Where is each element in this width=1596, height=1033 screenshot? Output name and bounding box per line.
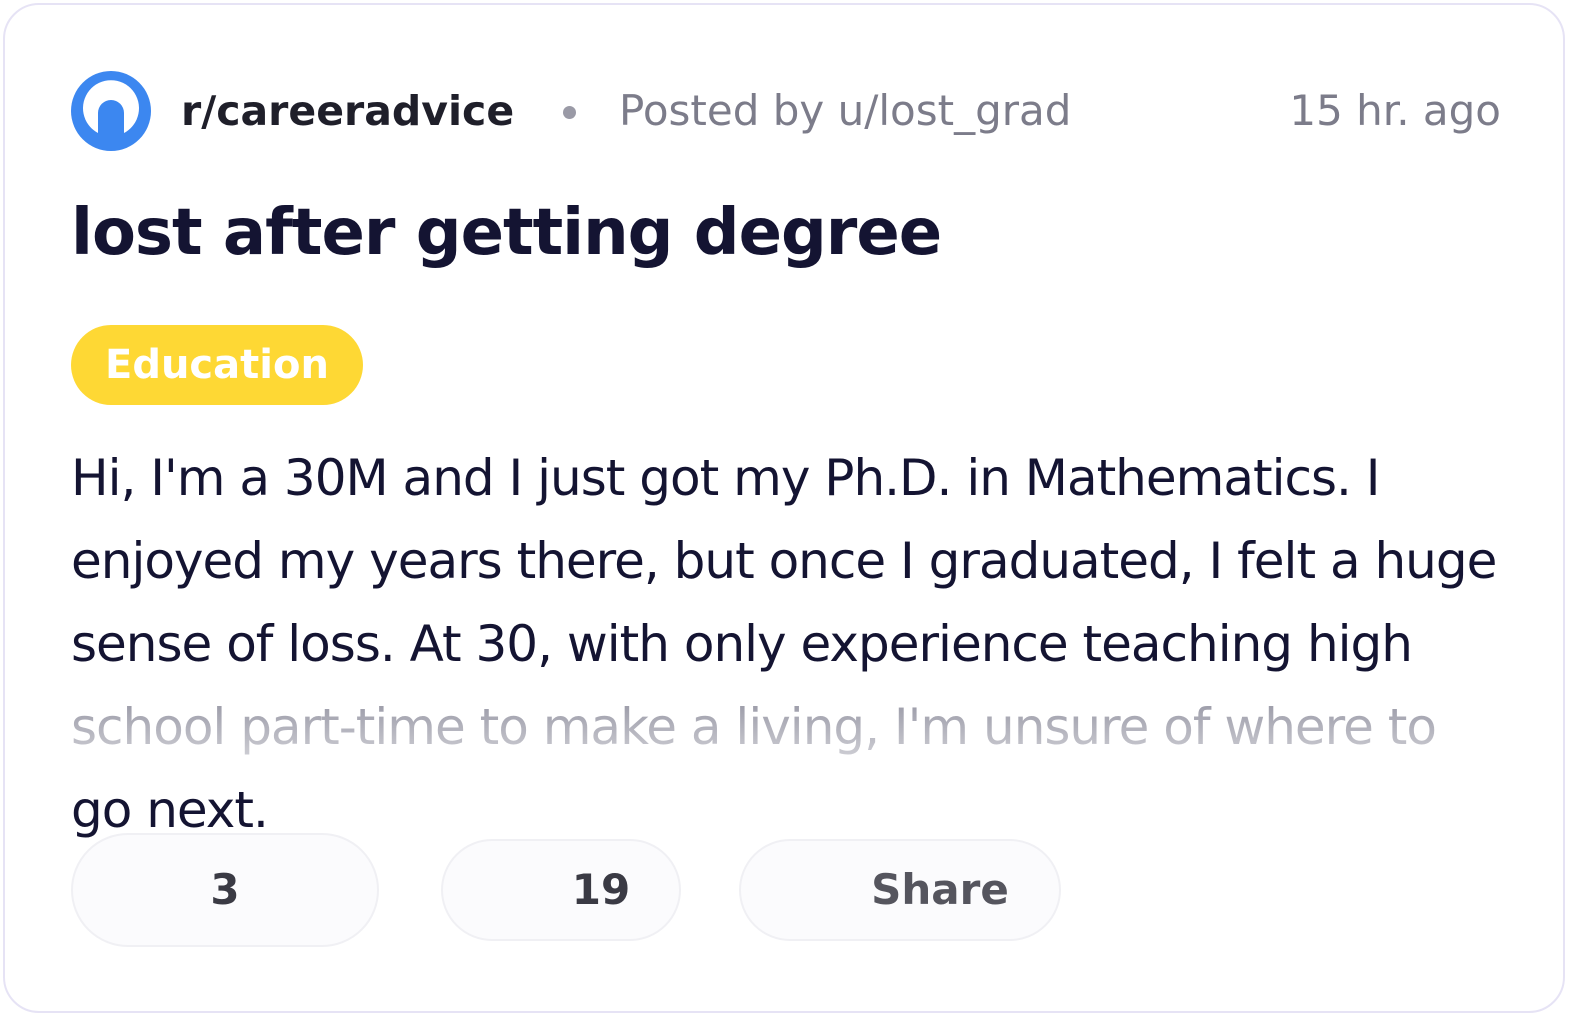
share-button[interactable]: Share xyxy=(739,839,1061,941)
separator-dot xyxy=(563,106,576,119)
post-header: r/careeradvice Posted by u/lost_grad 15 … xyxy=(71,71,1501,151)
flair-tag[interactable]: Education xyxy=(71,325,363,405)
post-card[interactable]: r/careeradvice Posted by u/lost_grad 15 … xyxy=(3,3,1565,1013)
share-label: Share xyxy=(871,865,1009,914)
posted-by-author[interactable]: Posted by u/lost_grad xyxy=(619,85,1071,137)
vote-count: 3 xyxy=(210,865,240,914)
comment-count: 19 xyxy=(571,865,631,914)
comments-button[interactable]: 19 xyxy=(441,839,681,941)
vote-button[interactable]: 3 xyxy=(71,833,379,947)
post-timestamp: 15 hr. ago xyxy=(1289,86,1501,135)
community-avatar-icon[interactable] xyxy=(71,71,151,151)
post-title[interactable]: lost after getting degree xyxy=(71,189,942,277)
post-actions: 3 19 Share xyxy=(71,833,1171,947)
subreddit-link[interactable]: r/careeradvice xyxy=(181,85,514,137)
post-body: Hi, I'm a 30M and I just got my Ph.D. in… xyxy=(71,449,1497,839)
